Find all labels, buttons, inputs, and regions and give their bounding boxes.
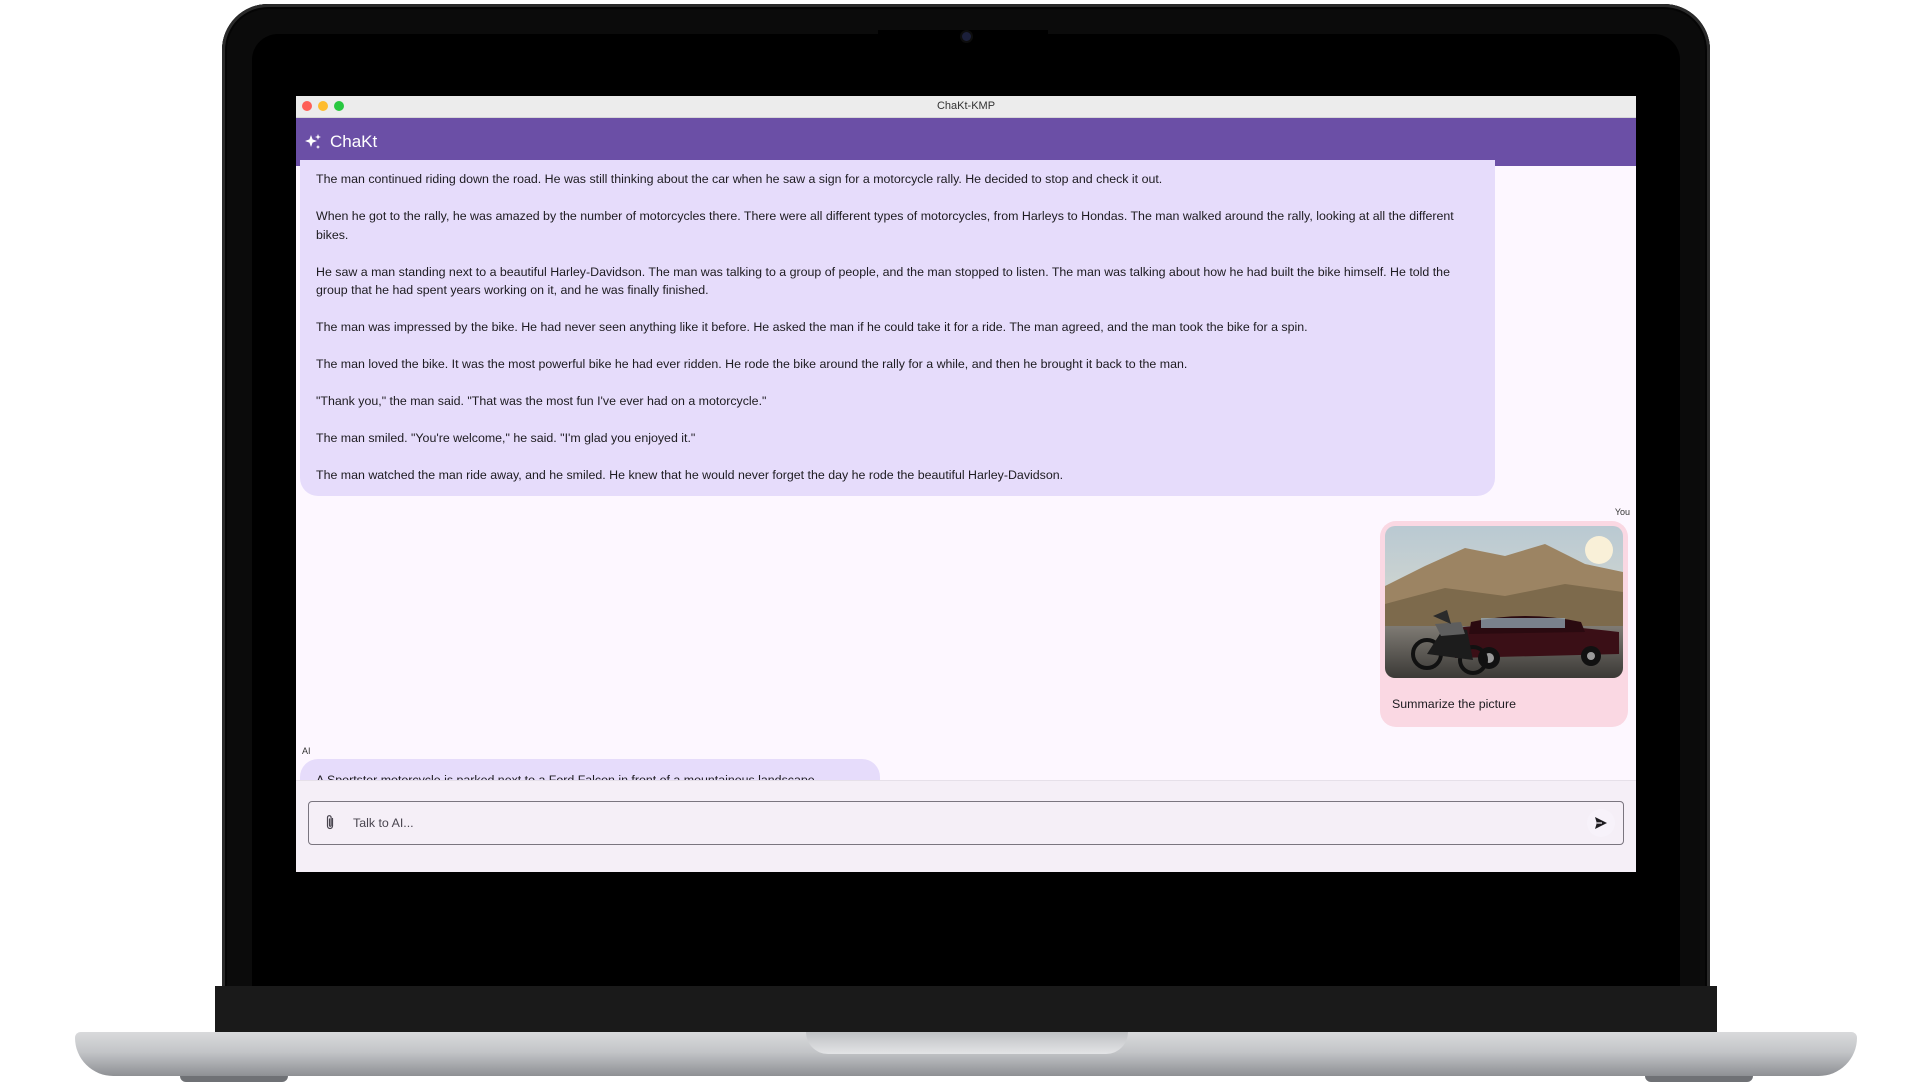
sender-label-you: You bbox=[1614, 507, 1630, 517]
zoom-window-button[interactable] bbox=[334, 101, 344, 111]
composer bbox=[296, 780, 1636, 872]
minimize-window-button[interactable] bbox=[318, 101, 328, 111]
send-icon bbox=[1595, 817, 1607, 829]
user-message-bubble: Summarize the picture bbox=[1380, 521, 1628, 727]
window-titlebar: ChaKt-KMP bbox=[296, 96, 1636, 118]
app-window: ChaKt-KMP ChaKt The man continued riding… bbox=[296, 96, 1636, 872]
close-window-button[interactable] bbox=[302, 101, 312, 111]
laptop-thumb-notch bbox=[806, 1032, 1128, 1054]
message-input[interactable] bbox=[345, 815, 1587, 831]
laptop-hinge bbox=[215, 986, 1717, 1032]
window-controls bbox=[302, 101, 344, 111]
user-message-text: Summarize the picture bbox=[1392, 697, 1516, 711]
message-paragraph: The man watched the man ride away, and h… bbox=[316, 468, 1064, 482]
camera-icon bbox=[962, 32, 971, 41]
sender-label-ai: AI bbox=[302, 746, 311, 756]
app-bar: ChaKt bbox=[296, 118, 1636, 166]
message-paragraph: When he got to the rally, he was amazed … bbox=[316, 209, 1454, 242]
laptop-foot-left bbox=[180, 1076, 288, 1082]
message-paragraph: The man was impressed by the bike. He ha… bbox=[316, 320, 1308, 334]
send-button[interactable] bbox=[1587, 809, 1615, 837]
message-paragraph: He saw a man standing next to a beautifu… bbox=[316, 264, 1450, 298]
message-paragraph: "Thank you," the man said. "That was the… bbox=[316, 394, 767, 408]
window-title: ChaKt-KMP bbox=[936, 100, 996, 112]
laptop-foot-right bbox=[1645, 1076, 1753, 1082]
app-title: ChaKt bbox=[330, 132, 378, 151]
paperclip-icon[interactable] bbox=[315, 808, 345, 838]
ai-message-bubble: The man continued riding down the road. … bbox=[300, 160, 1495, 496]
message-paragraph: The man continued riding down the road. … bbox=[316, 172, 1163, 186]
sparkle-icon bbox=[304, 133, 322, 151]
message-field[interactable] bbox=[308, 801, 1624, 845]
message-paragraph: The man smiled. "You're welcome," he sai… bbox=[316, 431, 696, 445]
attached-photo[interactable] bbox=[1385, 526, 1623, 678]
chat-list[interactable]: The man continued riding down the road. … bbox=[296, 160, 1636, 802]
message-paragraph: The man loved the bike. It was the most … bbox=[316, 357, 1188, 371]
